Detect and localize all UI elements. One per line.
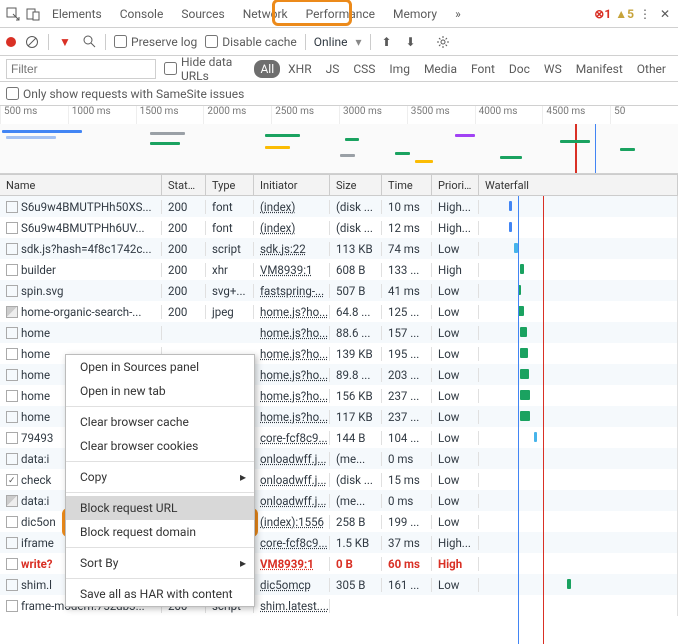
table-row[interactable]: builder200xhrVM8939:1608 B133 ...High bbox=[0, 259, 678, 280]
tab-console[interactable]: Console bbox=[112, 3, 172, 25]
type-pill-ws[interactable]: WS bbox=[538, 60, 568, 78]
table-row[interactable]: sdk.js?hash=4f8c1742c...200scriptsdk.js:… bbox=[0, 238, 678, 259]
menu-save-all-as-har-with-content[interactable]: Save all as HAR with content bbox=[66, 582, 254, 606]
type-pill-other[interactable]: Other bbox=[631, 60, 672, 78]
tab-network[interactable]: Network bbox=[235, 3, 296, 25]
col-time[interactable]: Time bbox=[382, 175, 432, 195]
kebab-icon[interactable]: ⋮ bbox=[636, 5, 654, 23]
col-initiator[interactable]: Initiator bbox=[254, 175, 330, 195]
warning-count-icon[interactable]: ▲5 bbox=[615, 7, 634, 21]
table-row[interactable]: S6u9w4BMUTPHh50XS...200font(index)(disk … bbox=[0, 196, 678, 217]
menu-open-in-new-tab[interactable]: Open in new tab bbox=[66, 379, 254, 403]
device-icon[interactable] bbox=[24, 5, 42, 23]
error-count: 1 bbox=[604, 7, 611, 21]
hide-data-urls-checkbox[interactable]: Hide data URLs bbox=[164, 55, 246, 83]
col-status[interactable]: Status bbox=[162, 175, 206, 195]
col-size[interactable]: Size bbox=[330, 175, 382, 195]
menu-block-request-domain[interactable]: Block request domain bbox=[66, 520, 254, 544]
tab-memory[interactable]: Memory bbox=[385, 3, 445, 25]
table-row[interactable]: homehome.js?ho...88.6 ...157 ...Low bbox=[0, 322, 678, 343]
warning-count: 5 bbox=[627, 7, 634, 21]
table-row[interactable]: home-organic-search-...200jpeghome.js?ho… bbox=[0, 301, 678, 322]
type-pill-js[interactable]: JS bbox=[320, 60, 346, 78]
network-table-header: Name Status Type Initiator Size Time Pri… bbox=[0, 174, 678, 196]
samesite-filter[interactable]: Only show requests with SameSite issues bbox=[0, 82, 678, 106]
throttling-select[interactable]: Online bbox=[314, 35, 348, 49]
menu-sort-by[interactable]: Sort By▸ bbox=[66, 551, 254, 575]
type-pill-img[interactable]: Img bbox=[383, 60, 416, 78]
menu-block-request-url[interactable]: Block request URL bbox=[66, 496, 254, 520]
col-waterfall[interactable]: Waterfall bbox=[479, 175, 678, 195]
devtools-tabbar: Elements Console Sources Network Perform… bbox=[0, 0, 678, 28]
menu-copy[interactable]: Copy▸ bbox=[66, 465, 254, 489]
type-pill-font[interactable]: Font bbox=[465, 60, 501, 78]
type-pill-doc[interactable]: Doc bbox=[503, 60, 536, 78]
preserve-log-label: Preserve log bbox=[131, 35, 197, 49]
hide-data-urls-label: Hide data URLs bbox=[181, 55, 246, 83]
filter-icon[interactable]: ▼ bbox=[57, 34, 73, 50]
error-count-icon[interactable]: ⊗1 bbox=[594, 7, 611, 21]
overview-timeline[interactable]: 500 ms1000 ms1500 ms2000 ms2500 ms3000 m… bbox=[0, 106, 678, 174]
tab-sources[interactable]: Sources bbox=[173, 3, 232, 25]
download-icon[interactable]: ⬇ bbox=[403, 34, 419, 50]
tab-elements[interactable]: Elements bbox=[44, 3, 110, 25]
col-type[interactable]: Type bbox=[206, 175, 254, 195]
disable-cache-checkbox[interactable]: Disable cache bbox=[205, 35, 297, 49]
record-button[interactable] bbox=[6, 37, 16, 47]
menu-clear-browser-cookies[interactable]: Clear browser cookies bbox=[66, 434, 254, 458]
chevron-down-icon[interactable]: ▾ bbox=[356, 35, 362, 49]
type-pill-manifest[interactable]: Manifest bbox=[570, 60, 629, 78]
samesite-label: Only show requests with SameSite issues bbox=[23, 87, 244, 101]
clear-icon[interactable] bbox=[24, 34, 40, 50]
type-pill-css[interactable]: CSS bbox=[347, 60, 381, 78]
col-priority[interactable]: Priority bbox=[432, 175, 479, 195]
type-filter-pills: AllXHRJSCSSImgMediaFontDocWSManifestOthe… bbox=[254, 60, 672, 78]
preserve-log-checkbox[interactable]: Preserve log bbox=[114, 35, 197, 49]
menu-clear-browser-cache[interactable]: Clear browser cache bbox=[66, 410, 254, 434]
filter-bar: Hide data URLs AllXHRJSCSSImgMediaFontDo… bbox=[0, 56, 678, 82]
menu-open-in-sources-panel[interactable]: Open in Sources panel bbox=[66, 355, 254, 379]
network-toolbar: ▼ Preserve log Disable cache Online ▾ ⬆ … bbox=[0, 28, 678, 56]
type-pill-media[interactable]: Media bbox=[418, 60, 463, 78]
context-menu: Open in Sources panelOpen in new tab Clea… bbox=[65, 354, 255, 607]
close-icon[interactable]: ✕ bbox=[656, 5, 674, 23]
search-icon[interactable] bbox=[81, 34, 97, 50]
table-row[interactable]: spin.svg200svg+...fastspring-...507 B41 … bbox=[0, 280, 678, 301]
type-pill-all[interactable]: All bbox=[254, 60, 280, 78]
tab-performance[interactable]: Performance bbox=[298, 3, 383, 25]
type-pill-xhr[interactable]: XHR bbox=[282, 60, 317, 78]
tabs-overflow[interactable]: » bbox=[447, 3, 469, 25]
col-name[interactable]: Name bbox=[0, 175, 162, 195]
filter-input[interactable] bbox=[6, 59, 156, 79]
upload-icon[interactable]: ⬆ bbox=[379, 34, 395, 50]
table-row[interactable]: S6u9w4BMUTPHh6UV...200font(index)(disk .… bbox=[0, 217, 678, 238]
disable-cache-label: Disable cache bbox=[222, 35, 297, 49]
inspect-icon[interactable] bbox=[4, 5, 22, 23]
gear-icon[interactable] bbox=[435, 34, 451, 50]
